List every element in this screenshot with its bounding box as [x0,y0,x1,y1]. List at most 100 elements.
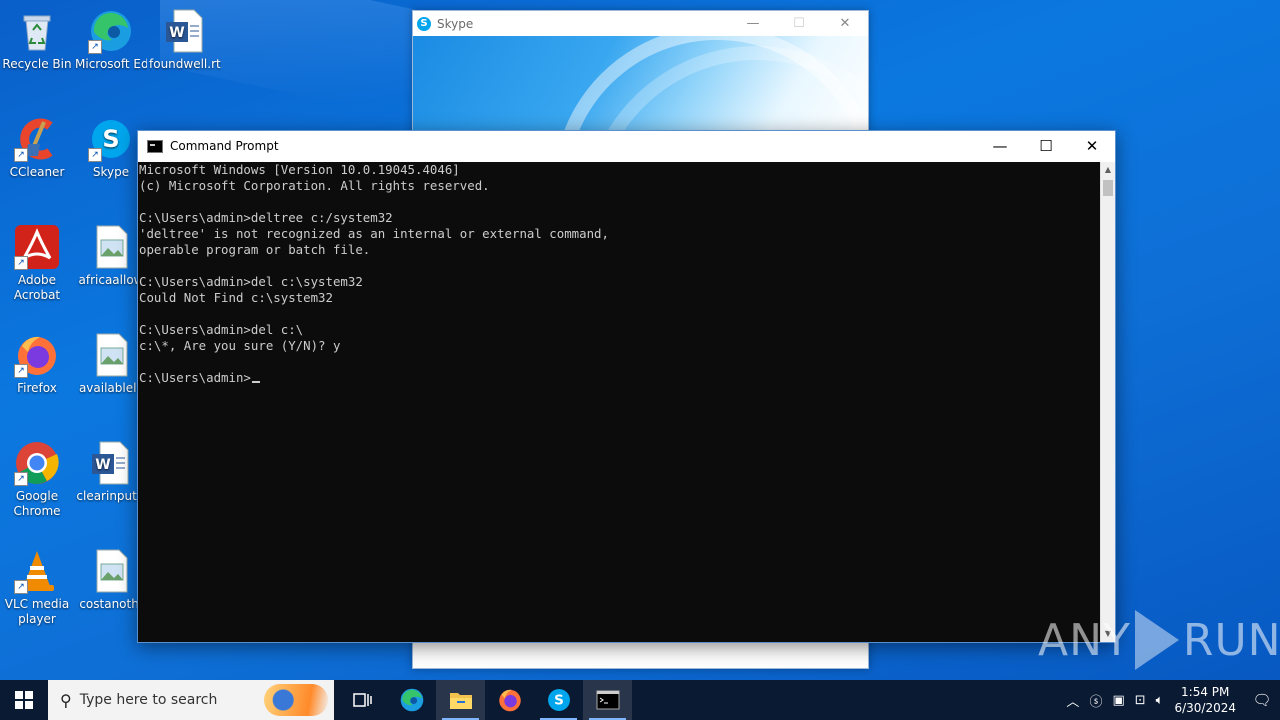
windows-logo-icon [15,691,33,709]
volume-icon[interactable]: 🔈︎ [1156,693,1164,708]
taskbar-edge[interactable] [387,680,436,720]
command-prompt-window[interactable]: Command Prompt — ☐ ✕ Microsoft Windows [… [137,130,1116,643]
svg-text:S: S [102,125,119,153]
watermark-text-right: RUN [1182,614,1280,666]
shortcut-arrow-icon: ↗ [14,472,28,486]
skype-icon: S [547,689,570,711]
system-tray: ︿ ⓢ ▣ ⊡ 🔈︎ 1:54 PM 6/30/2024 🗨︎ [1061,680,1280,720]
svg-text:W: W [95,457,110,473]
watermark-text-left: ANY [1038,614,1131,666]
word-document-icon: W [88,440,134,486]
shortcut-arrow-icon: ↗ [88,148,102,162]
shortcut-arrow-icon: ↗ [14,364,28,378]
cmd-maximize-button[interactable]: ☐ [1023,131,1069,161]
search-highlight-illustration [264,684,328,716]
anyrun-watermark: ANY RUN [1038,610,1280,670]
cmd-titlebar[interactable]: Command Prompt — ☐ ✕ [138,131,1115,161]
start-button[interactable] [0,680,48,720]
desktop-icon-acrobat[interactable]: ↗ Adobe Acrobat [1,224,73,303]
desktop-icon-firefox[interactable]: ↗ Firefox [1,332,73,396]
console-line: (c) Microsoft Corporation. All rights re… [139,178,490,193]
cmd-close-button[interactable]: ✕ [1069,131,1115,161]
chrome-icon: ↗ [14,440,60,486]
desktop-icon-edge[interactable]: ↗ Microsoft Edge [75,8,147,72]
console-prompt: C:\Users\admin> [139,370,251,385]
console-line: 'deltree' is not recognized as an intern… [139,226,609,241]
desktop-icon-label: foundwell.rtf [149,57,221,71]
cmd-minimize-button[interactable]: — [977,131,1023,161]
desktop-icon-label: Google Chrome [13,489,61,518]
notification-center-icon[interactable]: 🗨︎ [1244,691,1280,709]
skype-icon: S ↗ [88,116,134,162]
ccleaner-icon: ↗ [14,116,60,162]
vlc-icon: ↗ [14,548,60,594]
folder-icon [449,693,472,709]
edge-icon [400,688,423,712]
skype-maximize-button[interactable]: ☐ [776,16,822,31]
taskbar-command-prompt[interactable] [583,680,632,720]
clock-date: 6/30/2024 [1174,701,1236,715]
acrobat-icon: ↗ [14,224,60,270]
desktop-icon-chrome[interactable]: ↗ Google Chrome [1,440,73,519]
desktop-icon-vlc[interactable]: ↗ VLC media player [1,548,73,627]
taskbar: ⚲ Type here to search S ︿ ⓢ ▣ ⊡ 🔈︎ 1:54 … [0,680,1280,720]
taskbar-firefox[interactable] [485,680,534,720]
desktop-icon-label: Microsoft Edge [75,57,147,71]
firefox-icon [498,689,521,712]
desktop-icon-recycle-bin[interactable]: Recycle Bin [1,8,73,72]
console-prompt-line[interactable]: C:\Users\admin> [139,370,1100,386]
console-line: C:\Users\admin>del c:\ [139,322,304,337]
desktop-icon-ccleaner[interactable]: ↗ CCleaner [1,116,73,180]
desktop-icon-label: CCleaner [9,165,65,179]
console-line: C:\Users\admin>deltree c:/system32 [139,210,393,225]
play-triangle-icon [1134,610,1179,670]
chevron-up-icon[interactable]: ︿ [1066,691,1079,710]
cmd-icon [147,139,163,153]
scroll-up-arrow-icon[interactable]: ▲ [1101,162,1115,178]
console-line: c:\*, Are you sure (Y/N)? y [139,338,341,353]
scrollbar-thumb[interactable] [1103,180,1113,196]
image-file-icon [88,224,134,270]
console-line: C:\Users\admin>del c:\system32 [139,274,363,289]
desktop-icon-label: Adobe Acrobat [13,273,61,302]
skype-close-button[interactable]: ✕ [822,16,868,31]
shortcut-arrow-icon: ↗ [88,40,102,54]
taskbar-skype[interactable]: S [534,680,583,720]
console-line: Could Not Find c:\system32 [139,290,333,305]
vertical-scrollbar[interactable]: ▲ ▼ [1100,162,1115,642]
clock-time: 1:54 PM [1181,685,1230,699]
desktop-icon-foundwell[interactable]: W foundwell.rtf [149,8,221,72]
shortcut-arrow-icon: ↗ [14,256,28,270]
taskbar-file-explorer[interactable] [436,680,485,720]
recycle-bin-icon [14,8,60,54]
taskbar-clock[interactable]: 1:54 PM 6/30/2024 [1174,684,1236,716]
device-icon[interactable]: ▣ [1112,693,1124,708]
text-cursor [251,381,260,383]
search-placeholder: Type here to search [79,692,218,708]
search-icon: ⚲ [60,690,72,710]
skype-tray-icon[interactable]: ⓢ [1089,691,1102,710]
skype-window-title: Skype [437,16,474,31]
word-document-icon: W [162,8,208,54]
console-line: Microsoft Windows [Version 10.0.19045.40… [139,162,460,177]
desktop-icon-label: VLC media player [4,597,70,626]
image-file-icon [88,332,134,378]
desktop-icon-label: Firefox [17,381,57,395]
skype-icon: S [417,16,431,31]
shortcut-arrow-icon: ↗ [14,148,28,162]
svg-text:S: S [554,693,564,709]
firefox-icon: ↗ [14,332,60,378]
skype-minimize-button[interactable]: — [730,16,776,31]
taskbar-task-view[interactable] [338,680,387,720]
console-output[interactable]: Microsoft Windows [Version 10.0.19045.40… [138,162,1100,642]
skype-titlebar[interactable]: S Skype — ☐ ✕ [413,11,868,36]
svg-text:W: W [169,25,184,41]
taskbar-search-box[interactable]: ⚲ Type here to search [48,680,334,720]
network-icon[interactable]: ⊡ [1135,693,1146,708]
skype-splash-background [413,36,868,136]
image-file-icon [88,548,134,594]
